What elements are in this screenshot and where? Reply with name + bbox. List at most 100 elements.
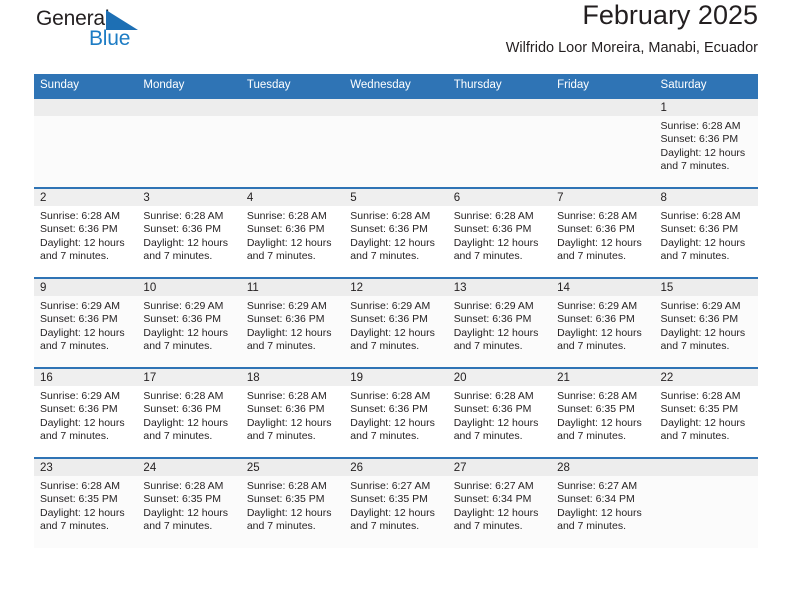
day-number: [137, 99, 241, 116]
day-number: 19: [344, 369, 448, 386]
day-cell-content: 6 Sunrise: 6:28 AM Sunset: 6:36 PM Daylight…: [447, 189, 552, 277]
calendar-week-row: 2 Sunrise: 6:28 AM Sunset: 6:36 PM Daylight…: [34, 187, 758, 278]
day-details: Sunrise: 6:28 AM Sunset: 6:36 PM Daylight:…: [551, 206, 654, 264]
daylight-text: Daylight: 12 hours and 7 minutes.: [246, 416, 332, 443]
sunset-text: Sunset: 6:36 PM: [143, 223, 222, 236]
sunset-text: Sunset: 6:36 PM: [557, 313, 635, 326]
day-number: 4: [240, 189, 345, 206]
day-cell-content: 19 Sunrise: 6:28 AM Sunset: 6:36 PM Dayligh…: [344, 369, 448, 457]
weekday-header-saturday: Saturday: [660, 79, 707, 91]
day-cell-content: [654, 459, 758, 547]
calendar-day-cell[interactable]: 18 Sunrise: 6:28 AM Sunset: 6:36 PM Dayligh…: [240, 367, 345, 458]
calendar-day-cell[interactable]: 10 Sunrise: 6:29 AM Sunset: 6:36 PM Dayligh…: [137, 277, 241, 368]
day-cell-content: 27 Sunrise: 6:27 AM Sunset: 6:34 PM Dayligh…: [447, 459, 552, 547]
day-number: 2: [34, 189, 138, 206]
calendar-day-cell[interactable]: 26 Sunrise: 6:27 AM Sunset: 6:35 PM Dayligh…: [344, 457, 448, 548]
day-number: [344, 99, 448, 116]
calendar-week-row: 9 Sunrise: 6:29 AM Sunset: 6:36 PM Daylight…: [34, 277, 758, 368]
daylight-text: Daylight: 12 hours and 7 minutes.: [350, 326, 435, 353]
calendar-day-cell: [137, 97, 241, 188]
day-cell-content: 13 Sunrise: 6:29 AM Sunset: 6:36 PM Dayligh…: [447, 279, 552, 367]
day-number: 22: [654, 369, 758, 386]
calendar-day-cell[interactable]: 24 Sunrise: 6:28 AM Sunset: 6:35 PM Dayligh…: [137, 457, 241, 548]
calendar-day-cell[interactable]: 22 Sunrise: 6:28 AM Sunset: 6:35 PM Dayligh…: [654, 367, 758, 458]
sunrise-text: Sunrise: 6:29 AM: [246, 300, 327, 312]
daylight-text: Daylight: 12 hours and 7 minutes.: [557, 416, 642, 443]
day-number: 17: [137, 369, 241, 386]
calendar-day-cell[interactable]: 9 Sunrise: 6:29 AM Sunset: 6:36 PM Daylight…: [34, 277, 138, 368]
calendar-day-cell[interactable]: 20 Sunrise: 6:28 AM Sunset: 6:36 PM Dayligh…: [447, 367, 552, 458]
sunrise-text: Sunrise: 6:28 AM: [350, 210, 431, 222]
calendar-day-cell[interactable]: 3 Sunrise: 6:28 AM Sunset: 6:36 PM Daylight…: [137, 187, 241, 278]
day-cell-content: 2 Sunrise: 6:28 AM Sunset: 6:36 PM Daylight…: [34, 189, 138, 277]
calendar-day-cell[interactable]: 14 Sunrise: 6:29 AM Sunset: 6:36 PM Dayligh…: [551, 277, 655, 368]
calendar-week-row: 16 Sunrise: 6:29 AM Sunset: 6:36 PM Dayligh…: [34, 367, 758, 458]
sunset-text: Sunset: 6:36 PM: [453, 403, 532, 416]
sunrise-text: Sunrise: 6:27 AM: [453, 480, 534, 492]
brand-logo[interactable]: General Blue: [34, 8, 244, 64]
title-block: February 2025 Wilfrido Loor Moreira, Man…: [506, 0, 758, 57]
calendar-day-cell[interactable]: 16 Sunrise: 6:29 AM Sunset: 6:36 PM Dayligh…: [34, 367, 138, 458]
sunrise-text: Sunrise: 6:29 AM: [40, 300, 120, 312]
daylight-text: Daylight: 12 hours and 7 minutes.: [660, 326, 746, 353]
day-cell-content: 20 Sunrise: 6:28 AM Sunset: 6:36 PM Dayligh…: [447, 369, 552, 457]
sunset-text: Sunset: 6:36 PM: [246, 313, 325, 326]
calendar-day-cell[interactable]: 5 Sunrise: 6:28 AM Sunset: 6:36 PM Daylight…: [344, 187, 448, 278]
brand-name-blue: Blue: [89, 27, 131, 50]
day-details: Sunrise: 6:28 AM Sunset: 6:36 PM Daylight:…: [655, 206, 758, 264]
calendar-day-cell[interactable]: 2 Sunrise: 6:28 AM Sunset: 6:36 PM Daylight…: [34, 187, 138, 278]
day-cell-content: 22 Sunrise: 6:28 AM Sunset: 6:35 PM Dayligh…: [654, 369, 758, 457]
day-number: 15: [654, 279, 758, 296]
day-details: Sunrise: 6:29 AM Sunset: 6:36 PM Daylight:…: [655, 296, 758, 354]
calendar-day-cell[interactable]: 25 Sunrise: 6:28 AM Sunset: 6:35 PM Dayligh…: [240, 457, 345, 548]
calendar-day-cell[interactable]: 13 Sunrise: 6:29 AM Sunset: 6:36 PM Dayligh…: [447, 277, 552, 368]
day-cell-content: [447, 99, 552, 187]
day-number: 7: [551, 189, 655, 206]
day-details: Sunrise: 6:29 AM Sunset: 6:36 PM Daylight:…: [241, 296, 344, 354]
sunset-text: Sunset: 6:35 PM: [350, 493, 428, 506]
daylight-text: Daylight: 12 hours and 7 minutes.: [350, 416, 435, 443]
daylight-text: Daylight: 12 hours and 7 minutes.: [246, 506, 332, 533]
calendar-day-cell[interactable]: 12 Sunrise: 6:29 AM Sunset: 6:36 PM Dayligh…: [344, 277, 448, 368]
daylight-text: Daylight: 12 hours and 7 minutes.: [557, 236, 642, 263]
sunset-text: Sunset: 6:36 PM: [557, 223, 635, 236]
calendar-day-cell[interactable]: 28 Sunrise: 6:27 AM Sunset: 6:34 PM Dayligh…: [551, 457, 655, 548]
calendar-day-cell[interactable]: 8 Sunrise: 6:28 AM Sunset: 6:36 PM Daylight…: [654, 187, 758, 278]
day-number: 20: [447, 369, 552, 386]
sunset-text: Sunset: 6:36 PM: [350, 223, 428, 236]
day-number: 13: [447, 279, 552, 296]
daylight-text: Daylight: 12 hours and 7 minutes.: [453, 326, 539, 353]
calendar-day-cell[interactable]: 27 Sunrise: 6:27 AM Sunset: 6:34 PM Dayligh…: [447, 457, 552, 548]
day-details: Sunrise: 6:27 AM Sunset: 6:35 PM Daylight:…: [344, 476, 447, 534]
day-details: Sunrise: 6:28 AM Sunset: 6:35 PM Daylight:…: [551, 386, 654, 444]
daylight-text: Daylight: 12 hours and 7 minutes.: [660, 236, 746, 263]
calendar-day-cell[interactable]: 6 Sunrise: 6:28 AM Sunset: 6:36 PM Daylight…: [447, 187, 552, 278]
day-cell-content: [551, 99, 655, 187]
daylight-text: Daylight: 12 hours and 7 minutes.: [660, 146, 746, 173]
day-details: Sunrise: 6:28 AM Sunset: 6:35 PM Daylight:…: [34, 476, 137, 534]
calendar-day-cell[interactable]: 15 Sunrise: 6:29 AM Sunset: 6:36 PM Dayligh…: [654, 277, 758, 368]
day-cell-content: [137, 99, 241, 187]
day-cell-content: 3 Sunrise: 6:28 AM Sunset: 6:36 PM Daylight…: [137, 189, 241, 277]
calendar-day-cell[interactable]: 19 Sunrise: 6:28 AM Sunset: 6:36 PM Dayligh…: [344, 367, 448, 458]
day-cell-content: 14 Sunrise: 6:29 AM Sunset: 6:36 PM Dayligh…: [551, 279, 655, 367]
calendar-day-cell[interactable]: 23 Sunrise: 6:28 AM Sunset: 6:35 PM Dayligh…: [34, 457, 138, 548]
page-header: General Blue February 2025 Wilfrido Loor…: [34, 0, 758, 74]
day-number: [447, 99, 552, 116]
day-cell-content: 1 Sunrise: 6:28 AM Sunset: 6:36 PM Daylight…: [654, 99, 758, 187]
calendar-day-cell[interactable]: 7 Sunrise: 6:28 AM Sunset: 6:36 PM Daylight…: [551, 187, 655, 278]
day-cell-content: 5 Sunrise: 6:28 AM Sunset: 6:36 PM Daylight…: [344, 189, 448, 277]
sunrise-text: Sunrise: 6:29 AM: [40, 390, 120, 402]
day-details: Sunrise: 6:28 AM Sunset: 6:36 PM Daylight:…: [655, 116, 758, 174]
day-number: 9: [34, 279, 138, 296]
calendar-day-cell[interactable]: 17 Sunrise: 6:28 AM Sunset: 6:36 PM Dayligh…: [137, 367, 241, 458]
sunset-text: Sunset: 6:36 PM: [143, 313, 222, 326]
calendar-day-cell[interactable]: 1 Sunrise: 6:28 AM Sunset: 6:36 PM Daylight…: [654, 97, 758, 188]
day-number: [654, 459, 758, 476]
day-details: Sunrise: 6:28 AM Sunset: 6:36 PM Daylight:…: [241, 386, 344, 444]
day-details: Sunrise: 6:28 AM Sunset: 6:35 PM Daylight:…: [655, 386, 758, 444]
calendar-day-cell[interactable]: 4 Sunrise: 6:28 AM Sunset: 6:36 PM Daylight…: [240, 187, 345, 278]
calendar-day-cell[interactable]: 21 Sunrise: 6:28 AM Sunset: 6:35 PM Dayligh…: [551, 367, 655, 458]
calendar-day-cell[interactable]: 11 Sunrise: 6:29 AM Sunset: 6:36 PM Dayligh…: [240, 277, 345, 368]
calendar-head: Sunday Monday Tuesday Wednesday Thursday…: [34, 74, 758, 98]
